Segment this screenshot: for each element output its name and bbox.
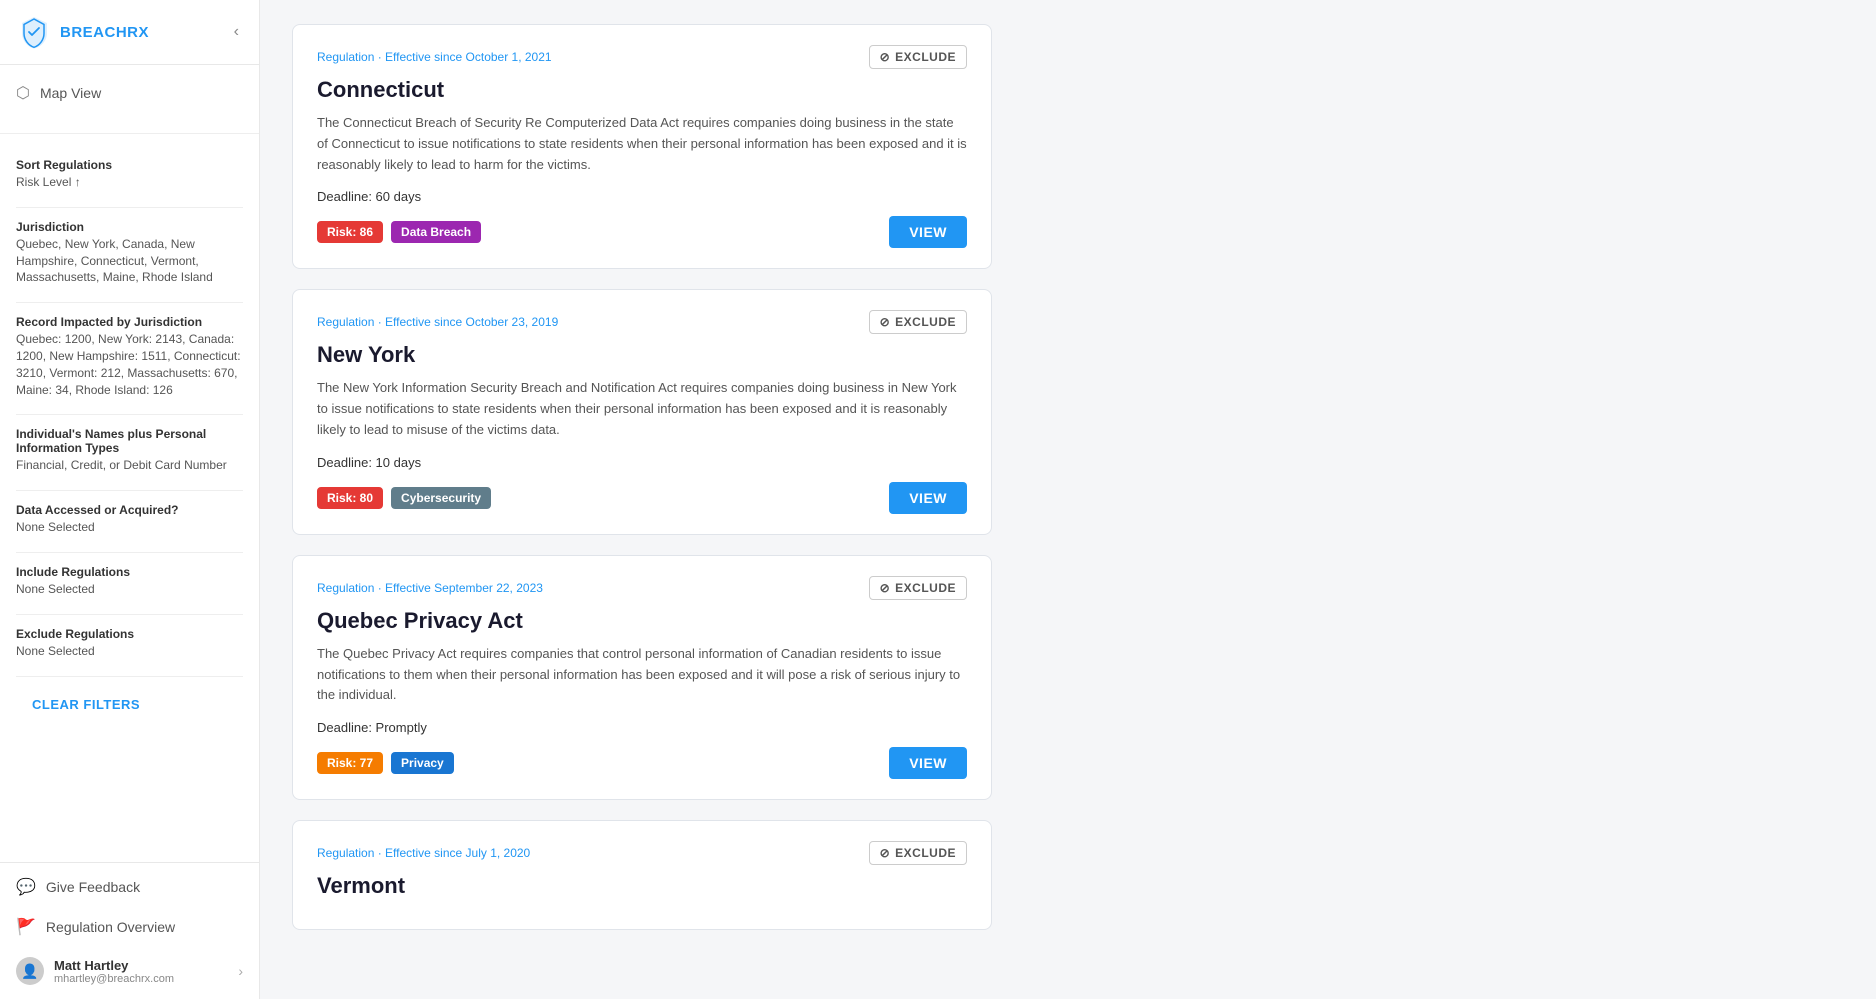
reg-description-connecticut: The Connecticut Breach of Security Re Co… (317, 113, 967, 175)
avatar: 👤 (16, 957, 44, 985)
jurisdiction-label: Jurisdiction (16, 220, 243, 234)
card-header-connecticut: Regulation · Effective since October 1, … (317, 45, 967, 69)
individual-section: Individual's Names plus Personal Informa… (16, 427, 243, 474)
sidebar-item-regulation-overview[interactable]: 🚩 Regulation Overview (0, 907, 259, 947)
reg-description-new-york: The New York Information Security Breach… (317, 378, 967, 440)
risk-tag-connecticut: Risk: 86 (317, 221, 383, 243)
exclude-button-connecticut[interactable]: ⊘ EXCLUDE (869, 45, 967, 69)
data-accessed-label: Data Accessed or Acquired? (16, 503, 243, 517)
include-regulations-label: Include Regulations (16, 565, 243, 579)
exclude-icon-new-york: ⊘ (880, 315, 891, 329)
regulation-card-quebec: Regulation · Effective September 22, 202… (292, 555, 992, 800)
individual-label: Individual's Names plus Personal Informa… (16, 427, 243, 455)
exclude-regulations-section[interactable]: Exclude Regulations None Selected (16, 627, 243, 660)
individual-value: Financial, Credit, or Debit Card Number (16, 457, 243, 474)
card-footer-new-york: Risk: 80 Cybersecurity VIEW (317, 482, 967, 514)
reg-meta-vermont: Regulation · Effective since July 1, 202… (317, 846, 530, 860)
data-accessed-section: Data Accessed or Acquired? None Selected (16, 503, 243, 536)
reg-title-connecticut: Connecticut (317, 77, 967, 103)
card-footer-connecticut: Risk: 86 Data Breach VIEW (317, 216, 967, 248)
reg-title-quebec: Quebec Privacy Act (317, 608, 967, 634)
exclude-icon-connecticut: ⊘ (880, 50, 891, 64)
clear-filters-button[interactable]: CLEAR FILTERS (16, 689, 243, 720)
user-info: Matt Hartley mhartley@breachrx.com (54, 958, 174, 985)
exclude-button-new-york[interactable]: ⊘ EXCLUDE (869, 310, 967, 334)
exclude-button-quebec[interactable]: ⊘ EXCLUDE (869, 576, 967, 600)
tags-connecticut: Risk: 86 Data Breach (317, 221, 481, 243)
type-tag-quebec: Privacy (391, 752, 454, 774)
regulation-card-new-york: Regulation · Effective since October 23,… (292, 289, 992, 534)
view-button-connecticut[interactable]: VIEW (889, 216, 967, 248)
breachrx-logo-icon (16, 14, 52, 50)
sort-value: Risk Level ↑ (16, 174, 243, 191)
view-button-quebec[interactable]: VIEW (889, 747, 967, 779)
include-regulations-section[interactable]: Include Regulations None Selected (16, 565, 243, 598)
sidebar-collapse-button[interactable]: ‹ (230, 19, 243, 45)
map-view-label: Map View (40, 85, 101, 101)
sidebar-user-profile[interactable]: 👤 Matt Hartley mhartley@breachrx.com › (0, 947, 259, 995)
include-regulations-value: None Selected (16, 581, 243, 598)
user-email: mhartley@breachrx.com (54, 973, 174, 985)
type-tag-connecticut: Data Breach (391, 221, 481, 243)
reg-meta-new-york: Regulation · Effective since October 23,… (317, 315, 558, 329)
user-left: 👤 Matt Hartley mhartley@breachrx.com (16, 957, 174, 985)
card-header-quebec: Regulation · Effective September 22, 202… (317, 576, 967, 600)
user-name: Matt Hartley (54, 958, 174, 973)
record-section: Record Impacted by Jurisdiction Quebec: … (16, 315, 243, 398)
regulation-card-vermont: Regulation · Effective since July 1, 202… (292, 820, 992, 930)
type-tag-new-york: Cybersecurity (391, 487, 491, 509)
sidebar-footer: 💬 Give Feedback 🚩 Regulation Overview 👤 … (0, 862, 259, 999)
reg-description-quebec: The Quebec Privacy Act requires companie… (317, 644, 967, 706)
risk-tag-quebec: Risk: 77 (317, 752, 383, 774)
reg-deadline-connecticut: Deadline: 60 days (317, 189, 967, 204)
regulation-overview-label: Regulation Overview (46, 919, 175, 935)
feedback-icon: 💬 (16, 877, 36, 897)
map-icon: ⬡ (16, 83, 30, 103)
logo-area: BREACHRX (16, 14, 149, 50)
data-accessed-value: None Selected (16, 519, 243, 536)
tags-quebec: Risk: 77 Privacy (317, 752, 454, 774)
sidebar-item-map-view[interactable]: ⬡ Map View (0, 73, 259, 113)
risk-tag-new-york: Risk: 80 (317, 487, 383, 509)
reg-deadline-new-york: Deadline: 10 days (317, 455, 967, 470)
feedback-label: Give Feedback (46, 879, 140, 895)
exclude-regulations-label: Exclude Regulations (16, 627, 243, 641)
record-label: Record Impacted by Jurisdiction (16, 315, 243, 329)
exclude-icon-vermont: ⊘ (880, 846, 891, 860)
reg-deadline-quebec: Deadline: Promptly (317, 720, 967, 735)
exclude-icon-quebec: ⊘ (880, 581, 891, 595)
sort-section: Sort Regulations Risk Level ↑ (16, 158, 243, 191)
reg-meta-connecticut: Regulation · Effective since October 1, … (317, 50, 552, 64)
main-content: Regulation · Effective since October 1, … (260, 0, 1876, 999)
sidebar-nav: ⬡ Map View (0, 65, 259, 121)
logo-text: BREACHRX (60, 24, 149, 41)
exclude-regulations-value: None Selected (16, 643, 243, 660)
sidebar: BREACHRX ‹ ⬡ Map View Sort Regulations R… (0, 0, 260, 999)
jurisdiction-value: Quebec, New York, Canada, New Hampshire,… (16, 236, 243, 286)
reg-meta-quebec: Regulation · Effective September 22, 202… (317, 581, 543, 595)
sidebar-header: BREACHRX ‹ (0, 0, 259, 65)
jurisdiction-section: Jurisdiction Quebec, New York, Canada, N… (16, 220, 243, 286)
card-header-vermont: Regulation · Effective since July 1, 202… (317, 841, 967, 865)
record-value: Quebec: 1200, New York: 2143, Canada: 12… (16, 331, 243, 398)
chevron-right-icon: › (238, 963, 243, 979)
sidebar-filters: Sort Regulations Risk Level ↑ Jurisdicti… (0, 146, 259, 862)
card-footer-quebec: Risk: 77 Privacy VIEW (317, 747, 967, 779)
exclude-button-vermont[interactable]: ⊘ EXCLUDE (869, 841, 967, 865)
view-button-new-york[interactable]: VIEW (889, 482, 967, 514)
regulation-overview-icon: 🚩 (16, 917, 36, 937)
tags-new-york: Risk: 80 Cybersecurity (317, 487, 491, 509)
reg-title-vermont: Vermont (317, 873, 967, 899)
sidebar-item-feedback[interactable]: 💬 Give Feedback (0, 867, 259, 907)
avatar-icon: 👤 (21, 963, 38, 980)
regulation-card-connecticut: Regulation · Effective since October 1, … (292, 24, 992, 269)
reg-title-new-york: New York (317, 342, 967, 368)
sort-label: Sort Regulations (16, 158, 243, 172)
card-header-new-york: Regulation · Effective since October 23,… (317, 310, 967, 334)
